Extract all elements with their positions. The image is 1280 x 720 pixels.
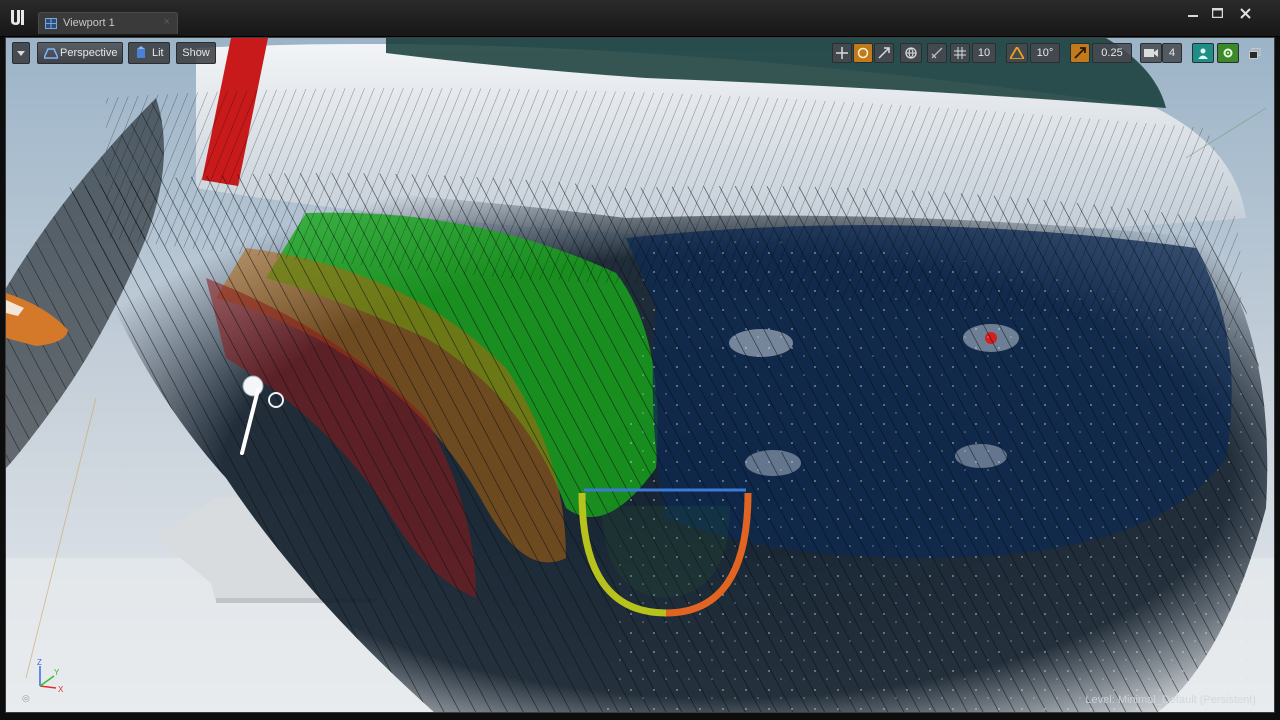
show-button[interactable]: Show — [176, 42, 216, 64]
scene-render — [6, 38, 1274, 712]
tab-title: Viewport 1 — [63, 17, 115, 29]
lit-label: Lit — [152, 47, 164, 59]
info-icon: ◎ — [22, 693, 30, 703]
axis-indicator: Z Y X — [37, 658, 64, 694]
perspective-button[interactable]: Perspective — [37, 42, 123, 64]
camera-speed-button[interactable] — [1140, 43, 1162, 63]
editor-window: Viewport 1 × Perspective Lit Show 10 10°… — [0, 0, 1280, 720]
restore-viewport-button[interactable] — [1249, 47, 1261, 59]
realtime-toggle-button[interactable] — [1217, 43, 1239, 63]
minimize-icon — [1188, 15, 1198, 17]
surface-snap-button[interactable] — [927, 43, 947, 63]
viewport-options-button[interactable] — [12, 42, 30, 64]
minimize-button[interactable] — [1182, 5, 1204, 21]
camera-speed-value[interactable]: 4 — [1162, 43, 1182, 63]
globe-icon — [905, 47, 917, 59]
level-status-text: Level: Minimal_Default (Persistent) — [1085, 694, 1256, 706]
rotation-snap-value[interactable]: 10° — [1030, 43, 1060, 63]
maximize-viewport-button[interactable] — [1192, 43, 1214, 63]
rotate-icon — [857, 47, 869, 59]
tab-viewport[interactable]: Viewport 1 × — [38, 12, 178, 34]
gear-icon — [1223, 48, 1233, 58]
close-window-button[interactable] — [1234, 5, 1256, 21]
rotation-snap-button[interactable] — [1006, 43, 1028, 63]
maximize-button[interactable] — [1206, 5, 1228, 21]
viewport-3d[interactable]: Perspective Lit Show 10 10° 0.25 4 Z Y X… — [5, 37, 1275, 713]
restore-icon — [1249, 48, 1261, 59]
axis-y-label: Y — [54, 668, 60, 677]
scale-snap-button[interactable] — [1070, 43, 1090, 63]
viewport-icon — [45, 18, 57, 29]
title-bar: Viewport 1 × — [0, 0, 1280, 37]
lit-sphere-icon — [137, 46, 145, 58]
close-icon — [1239, 8, 1251, 19]
scale-mode-button[interactable] — [874, 43, 894, 63]
rotate-mode-button[interactable] — [853, 43, 873, 63]
grid-icon — [954, 47, 966, 59]
angle-icon — [1008, 45, 1026, 60]
perspective-icon — [44, 48, 58, 59]
perspective-label: Perspective — [60, 47, 118, 59]
user-icon — [1198, 48, 1208, 59]
surface-snap-icon — [931, 47, 943, 59]
maximize-icon — [1211, 7, 1223, 19]
scale-arrow-icon — [1074, 47, 1086, 59]
axis-z-label: Z — [37, 658, 42, 667]
camera-icon — [1144, 49, 1158, 57]
scale-snap-value[interactable]: 0.25 — [1092, 43, 1132, 63]
move-icon — [836, 47, 848, 59]
scale-icon — [878, 47, 890, 59]
world-local-button[interactable] — [900, 43, 922, 63]
unreal-logo-icon — [11, 10, 24, 25]
grid-snap-value[interactable]: 10 — [972, 43, 996, 63]
tab-close-button[interactable]: × — [164, 16, 170, 28]
chevron-down-icon — [17, 51, 25, 56]
show-label: Show — [182, 47, 210, 59]
lit-button[interactable]: Lit — [128, 42, 170, 64]
axis-x-label: X — [58, 685, 64, 694]
translate-mode-button[interactable] — [832, 43, 852, 63]
grid-snap-button[interactable] — [950, 43, 970, 63]
